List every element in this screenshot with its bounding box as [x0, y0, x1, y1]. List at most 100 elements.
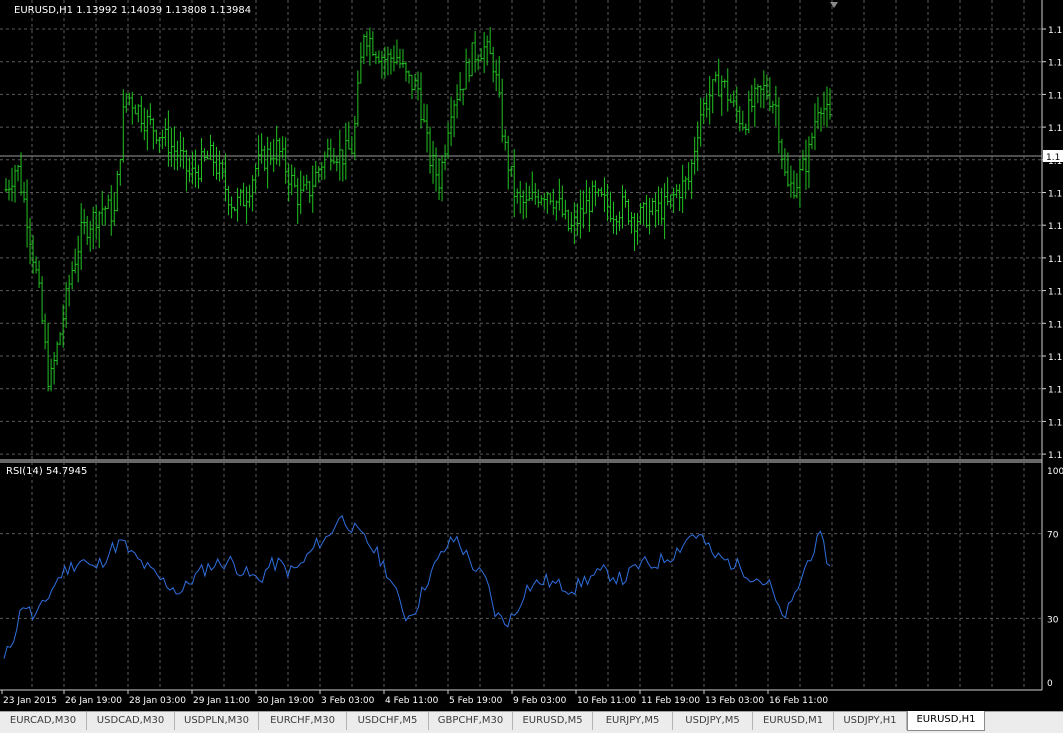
price-bar: [822, 91, 826, 126]
price-tick-label: 1.1: [1048, 91, 1062, 101]
price-bar: [43, 313, 47, 350]
price-bar: [566, 209, 570, 232]
price-bar: [181, 137, 185, 169]
price-bar: [786, 152, 790, 187]
price-tick-label: 1.1: [1048, 255, 1062, 265]
price-bar: [97, 211, 101, 249]
price-bar: [642, 201, 646, 225]
price-bar: [392, 45, 396, 72]
price-bar: [590, 180, 594, 213]
time-tick-label: 13 Feb 03:00: [705, 696, 764, 706]
price-bar: [485, 35, 489, 66]
price-bar: [94, 204, 98, 240]
tab-eurcad-m30[interactable]: EURCAD,M30: [0, 712, 87, 730]
price-bar: [633, 212, 637, 251]
price-bar: [359, 42, 363, 84]
time-tick-label: 9 Feb 03:00: [513, 696, 567, 706]
price-bar: [687, 162, 691, 191]
price-bar: [678, 184, 682, 212]
price-bar: [554, 200, 558, 221]
main-chart-label: EURUSD,H1 1.13992 1.14039 1.13808 1.1398…: [14, 5, 251, 16]
tab-eurusd-m1[interactable]: EURUSD,M1: [753, 712, 834, 730]
price-bar: [73, 248, 77, 274]
price-bar: [320, 162, 324, 181]
price-bar: [470, 42, 474, 77]
price-bar: [744, 123, 748, 136]
chart-shift-icon[interactable]: [830, 2, 838, 8]
price-bar: [344, 122, 348, 180]
price-bar: [19, 152, 23, 196]
price-bar: [233, 207, 237, 212]
price-bar: [596, 188, 600, 197]
price-bar: [807, 136, 811, 189]
price-bar: [801, 149, 805, 171]
price-bar: [491, 46, 495, 83]
price-bar: [40, 276, 44, 325]
price-bar: [215, 146, 219, 180]
price-bar: [118, 159, 122, 186]
price-bar: [804, 139, 808, 190]
price-bar: [605, 183, 609, 222]
price-bar: [795, 173, 799, 199]
price-bar: [142, 107, 146, 141]
rsi-label: RSI(14) 54.7945: [6, 466, 87, 477]
price-bar: [557, 178, 561, 211]
price-bar: [675, 184, 679, 198]
price-bar: [413, 74, 417, 91]
tab-eurusd-m5[interactable]: EURUSD,M5: [513, 712, 593, 730]
tab-eurusd-h1[interactable]: EURUSD,H1: [907, 711, 985, 731]
price-tick-label: 1.1: [1048, 59, 1062, 69]
price-bar: [34, 256, 38, 274]
price-bar: [248, 184, 252, 208]
tab-usdpln-m30[interactable]: USDPLN,M30: [175, 712, 259, 730]
tab-usdjpy-h1[interactable]: USDJPY,H1: [834, 712, 907, 730]
tab-eurjpy-m5[interactable]: EURJPY,M5: [593, 712, 673, 730]
price-tick-label: 1.1: [1048, 26, 1062, 36]
price-tick-label: 1.1: [1048, 222, 1062, 232]
price-bar: [455, 84, 459, 119]
price-bar: [759, 85, 763, 108]
price-bar: [82, 209, 86, 235]
tab-gbpchf-m30[interactable]: GBPCHF,M30: [429, 712, 513, 730]
price-bar: [407, 70, 411, 84]
price-bar: [398, 48, 402, 69]
price-bar: [705, 93, 709, 118]
price-bar: [395, 39, 399, 65]
price-bar: [437, 158, 441, 201]
chart-area[interactable]: 1.1 1.1 1.1 1.1 1.1 1.1 1.1 1.1 1.1 1.1 1.1 1.1 1.1 1…: [0, 0, 1063, 711]
price-bar: [275, 125, 279, 165]
price-tick-label: 1.1: [1048, 190, 1062, 200]
price-bar: [37, 260, 41, 288]
time-tick-label: 28 Jan 03:00: [129, 696, 186, 706]
price-bars: [4, 27, 832, 392]
price-bar: [620, 185, 624, 229]
price-bar: [115, 170, 119, 212]
tab-usdjpy-m5[interactable]: USDJPY,M5: [673, 712, 753, 730]
price-bar: [578, 189, 582, 239]
price-bar: [76, 235, 80, 283]
price-bar: [753, 78, 757, 128]
time-tick-label: 11 Feb 19:00: [641, 696, 700, 706]
price-bar: [401, 49, 405, 68]
price-bar: [750, 84, 754, 113]
tab-usdchf-m5[interactable]: USDCHF,M5: [347, 712, 429, 730]
price-bar: [227, 186, 231, 216]
tab-usdcad-m30[interactable]: USDCAD,M30: [87, 712, 175, 730]
price-bar: [524, 182, 528, 219]
price-bar: [425, 104, 429, 153]
price-bar: [106, 194, 110, 209]
tab-eurchf-m30[interactable]: EURCHF,M30: [259, 712, 347, 730]
price-bar: [193, 149, 197, 188]
price-bar: [440, 155, 444, 202]
price-bar: [536, 189, 540, 208]
price-bar: [46, 322, 50, 392]
price-bar: [260, 133, 264, 164]
price-bar: [738, 106, 742, 132]
price-bar: [16, 164, 20, 182]
price-bar: [732, 90, 736, 108]
price-bar: [518, 180, 522, 214]
price-bar: [163, 118, 167, 147]
price-bar: [461, 88, 465, 106]
price-bar: [666, 177, 670, 206]
price-bar: [428, 126, 432, 174]
